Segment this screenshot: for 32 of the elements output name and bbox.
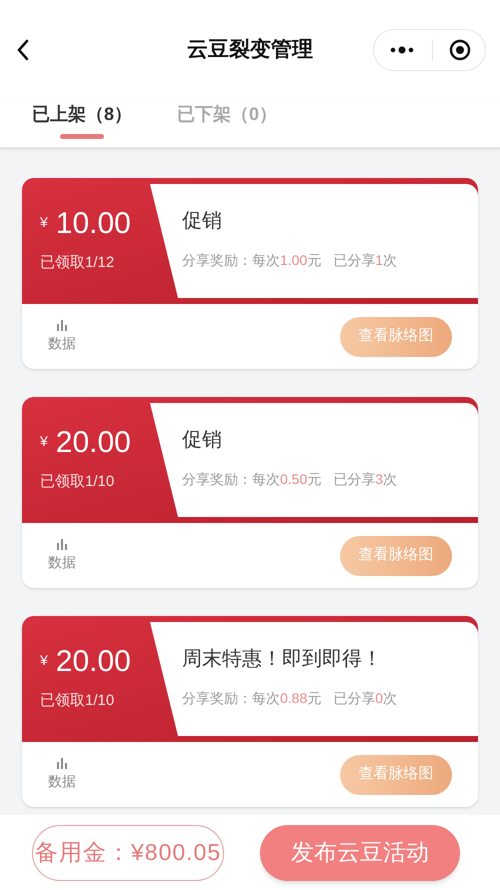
coupon-title: 促销: [182, 428, 223, 453]
target-icon[interactable]: [449, 38, 471, 60]
currency-symbol: ¥: [40, 651, 48, 670]
reward-info: 分享奖励：每次0.88元 已分享0次: [182, 689, 398, 708]
coupon-title: 周末特惠！即到即得！: [182, 647, 383, 672]
tab-underline: [60, 134, 104, 139]
reward-info: 分享奖励：每次0.50元 已分享3次: [182, 470, 398, 489]
more-icon[interactable]: [390, 46, 414, 54]
bar-chart-icon[interactable]: [57, 758, 67, 768]
view-graph-button[interactable]: 查看脉络图: [340, 316, 452, 356]
view-graph-button[interactable]: 查看脉络图: [340, 536, 452, 576]
tab[interactable]: 已上架（8）: [32, 101, 132, 128]
bar-chart-icon[interactable]: [57, 320, 67, 330]
page-title: 云豆裂变管理: [187, 36, 313, 63]
view-graph-button[interactable]: 查看脉络图: [340, 754, 452, 794]
coupon-amount: 20.00: [56, 644, 131, 680]
claimed-count: 已领取1/10: [40, 472, 116, 492]
claimed-count: 已领取1/10: [40, 691, 116, 711]
currency-symbol: ¥: [40, 432, 48, 451]
claimed-count: 已领取1/12: [40, 253, 116, 273]
reserve-balance: 备用金：¥800.05: [32, 824, 224, 880]
data-link[interactable]: 数据: [48, 770, 76, 792]
reward-info: 分享奖励：每次1.00元 已分享1次: [182, 251, 398, 270]
bar-chart-icon[interactable]: [57, 538, 67, 550]
data-link[interactable]: 数据: [48, 332, 76, 354]
coupon-amount: 20.00: [56, 425, 131, 461]
currency-symbol: ¥: [40, 213, 48, 232]
tab[interactable]: 已下架（0）: [177, 101, 278, 128]
data-link[interactable]: 数据: [48, 552, 76, 572]
coupon-title: 促销: [182, 209, 223, 234]
publish-button[interactable]: 发布云豆活动: [260, 824, 460, 880]
coupon-amount: 10.00: [56, 206, 131, 242]
